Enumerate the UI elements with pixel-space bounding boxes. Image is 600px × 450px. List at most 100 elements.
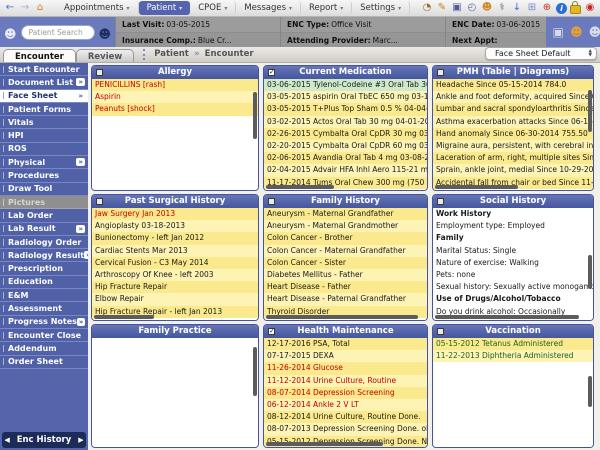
sidebar-item-education[interactable]: Education: [0, 276, 88, 289]
sidebar-item-progress-notes[interactable]: Progress Notes»: [0, 316, 88, 329]
patient-user-icon[interactable]: ☻: [481, 2, 493, 14]
forward-arrow-icon[interactable]: →: [19, 2, 31, 14]
list-item[interactable]: Jaw Surgery Jan 2013: [92, 208, 258, 220]
sidebar-item-document-list[interactable]: Document List»: [0, 76, 88, 89]
list-item[interactable]: Aneurysm - Maternal Grandfather: [264, 208, 427, 220]
copy-documents-icon[interactable]: ⊞: [526, 2, 538, 14]
social-history-checkbox[interactable]: [437, 198, 444, 205]
list-item[interactable]: 03-02-2015 Actos Oral Tab 30 mg 04-01-20…: [264, 116, 427, 128]
list-item[interactable]: Headache Since 05-15-2014 784.0: [433, 79, 593, 91]
schedule-clock-icon[interactable]: ◴: [466, 2, 478, 14]
tab-review[interactable]: Review: [76, 49, 134, 62]
sidebar-item-vitals[interactable]: Vitals: [0, 116, 88, 129]
sidebar-item-start-encounter[interactable]: Start Encounter: [0, 63, 88, 76]
list-item[interactable]: Hip Fracture Repair: [92, 281, 258, 293]
list-item[interactable]: 11-22-2013 Diphtheria Administered: [433, 350, 593, 362]
dashboard-gauge-icon[interactable]: ◔: [421, 2, 433, 14]
sidebar-item-draw-tool[interactable]: Draw Tool: [0, 183, 88, 196]
list-item[interactable]: Elbow Repair: [92, 293, 258, 305]
list-item[interactable]: Family: [433, 232, 593, 244]
lifebuoy-help-icon[interactable]: ⊕: [541, 2, 553, 14]
vaccination-checkbox[interactable]: [437, 328, 444, 335]
back-arrow-icon[interactable]: ←: [4, 2, 16, 14]
patient-alert-icon[interactable]: ☻: [570, 26, 583, 38]
list-item[interactable]: 03-06-2015 Tylenol-Codeine #3 Oral Tab 3…: [264, 79, 427, 91]
list-item[interactable]: 02-26-2015 Cymbalta Oral CpDR 30 mg 03-2…: [264, 128, 427, 140]
list-item[interactable]: Employment type: Employed: [433, 220, 593, 232]
list-item[interactable]: Migraine aura, persistent, with cerebral…: [433, 140, 593, 152]
list-item[interactable]: Nature of exercise: Walking: [433, 257, 593, 269]
list-item[interactable]: Sexual history: Sexually active monogamo…: [433, 281, 593, 293]
face-sheet-view-select[interactable]: Face Sheet Default ▲▼: [485, 47, 597, 60]
sidebar-item-e-m[interactable]: E&M: [0, 289, 88, 302]
home-icon[interactable]: ⌂: [34, 2, 46, 14]
sidebar-item-radiology-order[interactable]: Radiology Order: [0, 236, 88, 249]
sidebar-item-hpi[interactable]: HPI: [0, 129, 88, 142]
list-item[interactable]: Peanuts [shock]: [92, 103, 258, 115]
list-item[interactable]: Asthma exacerbation attacks Since 06-16-…: [433, 116, 593, 128]
sidebar-item-lab-result[interactable]: Lab Result»: [0, 223, 88, 236]
kiosk-monitor-icon[interactable]: ▣: [552, 26, 564, 38]
vertical-scrollbar[interactable]: [588, 376, 592, 407]
sidebar-item-physical[interactable]: Physical»: [0, 156, 88, 169]
list-item[interactable]: 02-04-2015 Advair HFA Inhl Aero 115-21 m…: [264, 164, 427, 176]
list-item[interactable]: Laceration of arm, right, multiple sites…: [433, 152, 593, 164]
list-item[interactable]: 08-07-2013 Depression Screening Done. ok: [264, 423, 427, 435]
horizontal-scrollbar[interactable]: [266, 442, 383, 446]
expand-badge-icon[interactable]: »: [77, 318, 86, 326]
list-item[interactable]: Lumbar and sacral spondyloarthritis Sinc…: [433, 103, 593, 115]
horizontal-scrollbar[interactable]: [266, 315, 418, 319]
info-icon[interactable]: i: [556, 3, 567, 14]
list-item[interactable]: 02-20-2015 Cymbalta Oral CpDR 60 mg 03-2…: [264, 140, 427, 152]
sidebar-item-lab-order[interactable]: Lab Order: [0, 209, 88, 222]
list-item[interactable]: Angioplasty 03-18-2013: [92, 220, 258, 232]
patient-chart-icon[interactable]: ☻: [589, 26, 600, 38]
expand-badge-icon[interactable]: »: [76, 225, 85, 233]
sidebar-item-encounter-close[interactable]: Encounter Close: [0, 329, 88, 342]
sidebar-item-prescription[interactable]: Prescription: [0, 262, 88, 275]
list-item[interactable]: Cardiac Stents Mar 2013: [92, 245, 258, 257]
list-item[interactable]: 05-15-2012 Tetanus Administered: [433, 338, 593, 350]
sidebar-item-radiology-result[interactable]: Radiology Result»: [0, 249, 88, 262]
list-item[interactable]: 07-17-2015 DEXA: [264, 350, 427, 362]
breadcrumb-patient[interactable]: Patient: [154, 49, 189, 59]
list-item[interactable]: 03-05-2015 aspirin Oral TbEC 650 mg 03-1…: [264, 91, 427, 103]
list-item[interactable]: Colon Cancer - Maternal Grandfather: [264, 245, 427, 257]
vertical-scrollbar[interactable]: [588, 90, 592, 132]
list-item[interactable]: Heart Disease - Paternal Grandfather: [264, 293, 427, 305]
sidebar-item-assessment[interactable]: Assessment: [0, 302, 88, 315]
pmh-checkbox[interactable]: [437, 69, 444, 76]
list-item[interactable]: 11-12-2014 Urine Culture, Routine: [264, 375, 427, 387]
menu-report[interactable]: Report▾: [301, 1, 352, 15]
list-item[interactable]: Aspirin: [92, 91, 258, 103]
list-item[interactable]: 11-26-2014 Glucose: [264, 362, 427, 374]
family-history-checkbox[interactable]: [268, 198, 275, 205]
menu-patient[interactable]: Patient▾: [139, 1, 191, 15]
horizontal-scrollbar[interactable]: [435, 185, 518, 189]
compose-note-icon[interactable]: ✎: [436, 2, 448, 14]
list-item[interactable]: Marital Status: Single: [433, 245, 593, 257]
list-item[interactable]: Bunionectomy - left Jan 2012: [92, 232, 258, 244]
list-item[interactable]: Hand anomaly Since 06-30-2014 755.50: [433, 128, 593, 140]
power-icon[interactable]: ◉: [584, 2, 596, 14]
list-item[interactable]: Use of Drugs/Alcohol/Tobacco: [433, 293, 593, 305]
patient-edit-icon[interactable]: ☻: [4, 28, 17, 40]
list-item[interactable]: Colon Cancer - Sister: [264, 257, 427, 269]
list-item[interactable]: 08-12-2014 Urine Culture, Routine Done.: [264, 411, 427, 423]
enc-history-prev-icon[interactable]: ◀: [4, 436, 9, 444]
list-item[interactable]: 06-12-2014 Ankle 2 V LT: [264, 399, 427, 411]
list-item[interactable]: Aneurysm - Maternal Grandmother: [264, 220, 427, 232]
list-item[interactable]: Sprain, ankle joint, medial Since 10-29-…: [433, 164, 593, 176]
vertical-scrollbar[interactable]: [253, 347, 257, 396]
sidebar-item-procedures[interactable]: Procedures: [0, 169, 88, 182]
sidebar-item-addendum[interactable]: Addendum: [0, 342, 88, 355]
menu-appointments[interactable]: Appointments▾: [56, 1, 139, 15]
expand-badge-icon[interactable]: »: [76, 78, 85, 86]
horizontal-scrollbar[interactable]: [94, 315, 154, 319]
workstation-icon[interactable]: ▣: [451, 2, 463, 14]
expand-badge-icon[interactable]: »: [76, 158, 85, 166]
enc-history-next-icon[interactable]: ▶: [78, 436, 83, 444]
list-item[interactable]: Cervical Fusion - C3 May 2014: [92, 257, 258, 269]
download-arrow-icon[interactable]: ↓: [511, 2, 523, 14]
horizontal-scrollbar[interactable]: [435, 315, 579, 319]
